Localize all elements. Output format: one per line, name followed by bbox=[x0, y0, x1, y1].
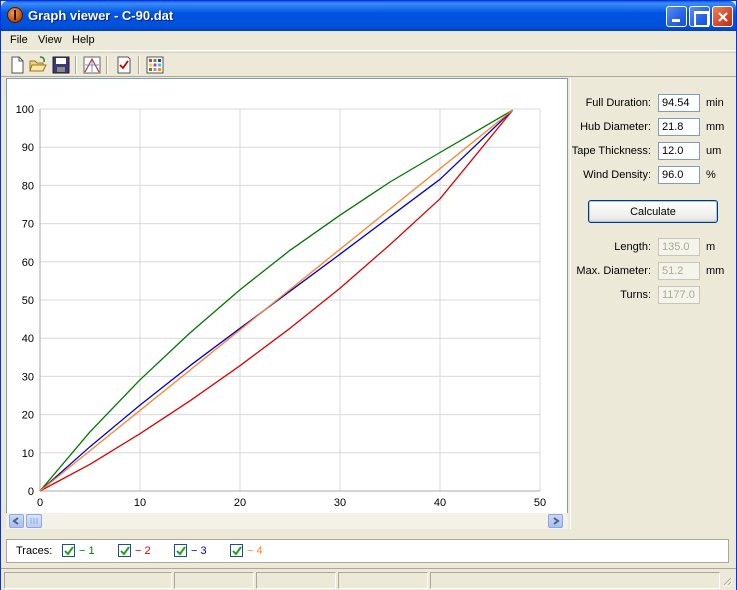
line-chart: 0 10 20 30 40 50 0 10 20 30 40 50 60 70 80 90 100 bbox=[16, 104, 546, 509]
grip-lines-icon bbox=[30, 518, 38, 524]
menu-file[interactable]: File bbox=[10, 34, 28, 46]
status-panel bbox=[338, 572, 428, 589]
parameters-panel: Full Duration: min Hub Diameter: mm Tape… bbox=[570, 78, 733, 529]
status-bar bbox=[1, 568, 736, 590]
scroll-thumb[interactable] bbox=[26, 514, 42, 528]
y-tick-label: 80 bbox=[22, 180, 34, 192]
minimize-button[interactable] bbox=[666, 6, 687, 27]
full-duration-unit: min bbox=[706, 97, 724, 109]
menu-bar: File View Help bbox=[1, 31, 736, 51]
title-bar[interactable]: Graph viewer - C-90.dat bbox=[1, 1, 736, 31]
traces-label: Traces: bbox=[16, 545, 53, 557]
close-button[interactable] bbox=[712, 6, 733, 27]
trace-label-2: − 2 bbox=[135, 544, 151, 557]
save-disk-icon[interactable] bbox=[52, 56, 70, 74]
horizontal-scrollbar[interactable] bbox=[6, 513, 568, 529]
checkmark-icon bbox=[176, 546, 186, 556]
max-diameter-output bbox=[658, 262, 700, 280]
y-tick-label: 70 bbox=[22, 219, 34, 231]
x-tick-label: 20 bbox=[234, 497, 246, 509]
checkmark-icon bbox=[232, 546, 242, 556]
status-panel bbox=[430, 572, 720, 589]
tape-thickness-unit: um bbox=[706, 145, 722, 157]
toolbar-separator bbox=[138, 56, 140, 74]
wind-density-label: Wind Density: bbox=[583, 169, 651, 181]
trace-toggle-4[interactable]: − 4 bbox=[230, 544, 263, 557]
status-panel bbox=[256, 572, 336, 589]
max-diameter-label: Max. Diameter: bbox=[576, 265, 651, 277]
maximize-button[interactable] bbox=[689, 6, 710, 27]
y-tick-label: 60 bbox=[22, 257, 34, 269]
length-unit: m bbox=[706, 241, 716, 253]
full-duration-label: Full Duration: bbox=[585, 97, 651, 109]
hub-diameter-label: Hub Diameter: bbox=[580, 121, 651, 133]
trace-checkbox-4[interactable] bbox=[230, 544, 243, 557]
x-tick-label: 50 bbox=[534, 497, 546, 509]
y-tick-label: 40 bbox=[22, 333, 34, 345]
max-diameter-unit: mm bbox=[706, 265, 725, 277]
turns-label: Turns: bbox=[620, 289, 651, 301]
status-panel bbox=[174, 572, 254, 589]
scroll-left-button[interactable] bbox=[9, 514, 24, 528]
trace-checkbox-2[interactable] bbox=[118, 544, 131, 557]
resize-grip-icon[interactable] bbox=[721, 575, 733, 587]
length-output bbox=[658, 238, 700, 256]
traces-bar: Traces: − 1 − 2 − 3 − 4 bbox=[6, 539, 729, 563]
trace-toggle-3[interactable]: − 3 bbox=[174, 544, 207, 557]
open-folder-icon[interactable] bbox=[29, 56, 47, 74]
x-tick-label: 40 bbox=[434, 497, 446, 509]
new-file-icon[interactable] bbox=[8, 56, 26, 74]
toolbar bbox=[1, 52, 736, 77]
chevron-left-icon bbox=[12, 517, 19, 525]
tape-thickness-label: Tape Thickness: bbox=[571, 145, 651, 157]
trace-label-1: − 1 bbox=[79, 544, 95, 557]
length-label: Length: bbox=[614, 241, 651, 253]
graph-area[interactable]: 0 10 20 30 40 50 0 10 20 30 40 50 60 70 80 90 100 bbox=[6, 78, 568, 529]
trace-label-4: − 4 bbox=[247, 544, 263, 557]
hub-diameter-input[interactable] bbox=[658, 118, 700, 136]
status-panel bbox=[4, 572, 172, 589]
y-tick-label: 100 bbox=[16, 104, 34, 116]
graph-viewer-window: Graph viewer - C-90.dat File View Help 0… bbox=[0, 0, 737, 590]
x-tick-label: 10 bbox=[134, 497, 146, 509]
app-icon[interactable] bbox=[7, 7, 23, 23]
tape-thickness-input[interactable] bbox=[658, 142, 700, 160]
checkmark-icon bbox=[64, 546, 74, 556]
y-tick-label: 20 bbox=[22, 410, 34, 422]
scroll-right-button[interactable] bbox=[548, 514, 563, 528]
hub-diameter-unit: mm bbox=[706, 121, 725, 133]
trace-checkbox-1[interactable] bbox=[62, 544, 75, 557]
y-tick-label: 30 bbox=[22, 371, 34, 383]
checkmark-icon bbox=[120, 546, 130, 556]
menu-help[interactable]: Help bbox=[72, 34, 95, 46]
calculate-button[interactable]: Calculate bbox=[588, 200, 718, 223]
trace-toggle-2[interactable]: − 2 bbox=[118, 544, 151, 557]
toolbar-separator bbox=[75, 56, 77, 74]
chevron-right-icon bbox=[553, 517, 560, 525]
y-tick-label: 0 bbox=[28, 486, 34, 498]
y-tick-label: 10 bbox=[22, 448, 34, 460]
trace-checkbox-3[interactable] bbox=[174, 544, 187, 557]
close-icon bbox=[718, 12, 728, 22]
wind-density-unit: % bbox=[706, 169, 716, 181]
wind-density-input[interactable] bbox=[658, 166, 700, 184]
turns-output bbox=[658, 286, 700, 304]
x-tick-label: 30 bbox=[334, 497, 346, 509]
series-line-4 bbox=[39, 109, 514, 492]
y-tick-label: 50 bbox=[22, 295, 34, 307]
x-tick-label: 0 bbox=[37, 497, 43, 509]
color-grid-icon[interactable] bbox=[146, 56, 164, 74]
checklist-icon[interactable] bbox=[115, 56, 133, 74]
trace-toggle-1[interactable]: − 1 bbox=[62, 544, 95, 557]
menu-view[interactable]: View bbox=[38, 34, 62, 46]
trace-label-3: − 3 bbox=[191, 544, 207, 557]
window-title: Graph viewer - C-90.dat bbox=[28, 8, 174, 23]
full-duration-input[interactable] bbox=[658, 94, 700, 112]
toolbar-separator bbox=[106, 56, 108, 74]
y-tick-label: 90 bbox=[22, 142, 34, 154]
graph-icon[interactable] bbox=[83, 56, 101, 74]
